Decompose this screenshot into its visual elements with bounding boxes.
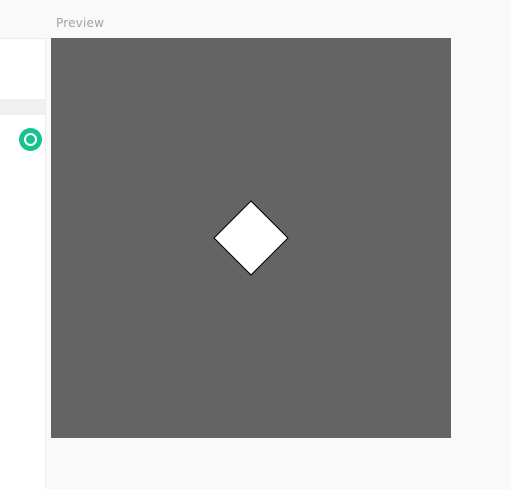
preview-canvas — [51, 38, 451, 438]
left-panel-selected-row[interactable] — [0, 99, 45, 115]
preview-shape-svg — [213, 200, 289, 276]
status-check-icon[interactable] — [19, 128, 42, 151]
preview-label: Preview — [56, 16, 105, 30]
diamond-shape[interactable] — [213, 200, 289, 276]
